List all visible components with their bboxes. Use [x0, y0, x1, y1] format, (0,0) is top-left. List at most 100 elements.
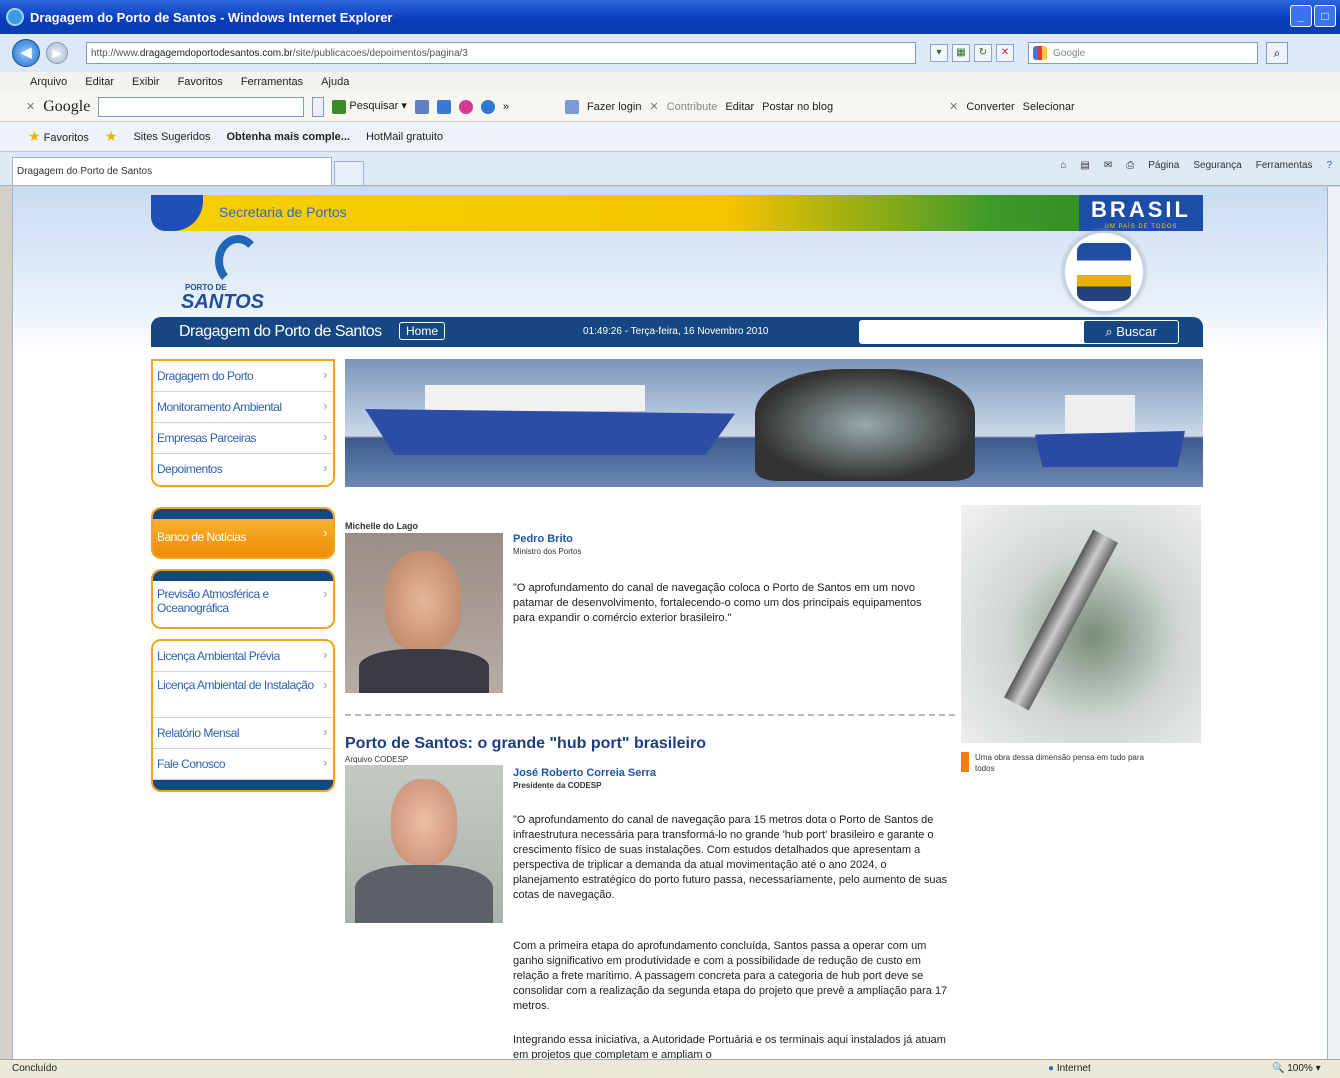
address-input[interactable]: http://www. dragagemdoportodesantos.com.b…	[86, 42, 916, 64]
zoom-level: 100%	[1287, 1063, 1313, 1074]
sidebar-item-depoimentos[interactable]: Depoimentos	[153, 454, 333, 485]
divider	[345, 714, 955, 716]
help-icon[interactable]: ?	[1326, 160, 1332, 171]
page-menu[interactable]: Página	[1148, 160, 1179, 171]
jose-serra-photo	[345, 765, 503, 923]
star-icon: ★	[28, 128, 41, 144]
sidebar-item-previsao[interactable]: Previsão Atmosférica e Oceanográfica	[153, 581, 333, 627]
print-icon[interactable]: ⎙	[1126, 160, 1134, 171]
datetime: 01:49:26 - Terça-feira, 16 Novembro 2010	[583, 326, 769, 337]
caliper	[1004, 529, 1118, 711]
caliper-photo	[961, 505, 1201, 743]
mail-icon[interactable]: ✉	[1104, 160, 1112, 171]
blog-button[interactable]: Postar no blog	[762, 101, 833, 113]
zone-indicator: ● Internet	[1048, 1063, 1091, 1074]
plus-icon[interactable]	[436, 99, 451, 114]
site-navbar: Dragagem do Porto de Santos Home 01:49:2…	[151, 317, 1203, 347]
new-tab-button[interactable]	[334, 161, 364, 185]
sidebar-item-licenca-previa[interactable]: Licença Ambiental Prévia	[153, 641, 333, 672]
menu-favoritos[interactable]: Favoritos	[178, 76, 223, 88]
dredger-ship-superstructure	[425, 385, 645, 411]
close-icon[interactable]: ✕	[26, 100, 35, 113]
feeds-icon[interactable]: ▤	[1080, 160, 1089, 171]
swoosh-graphic	[151, 195, 203, 231]
search-placeholder: Google	[1053, 47, 1086, 59]
porto-santos-logo[interactable]: PORTO DE SANTOS	[179, 235, 279, 315]
scrollbar[interactable]	[1328, 187, 1340, 1059]
stop-icon[interactable]: ✕	[996, 44, 1014, 62]
photo-credit: Michelle do Lago	[345, 521, 419, 531]
menu-ferramentas[interactable]: Ferramentas	[241, 76, 303, 88]
edit-button[interactable]: Editar	[725, 101, 754, 113]
sidebar-group-news: Banco de Notícias	[151, 507, 335, 559]
article-headline[interactable]: Porto de Santos: o grande "hub port" bra…	[345, 735, 706, 753]
menu-arquivo[interactable]: Arquivo	[30, 76, 67, 88]
sidebar-item-empresas[interactable]: Empresas Parceiras	[153, 423, 333, 454]
fav-item-hotmail[interactable]: HotMail gratuito	[366, 131, 443, 143]
second-ship	[1035, 431, 1185, 467]
sidebar-item-dragagem[interactable]: Dragagem do Porto	[153, 361, 333, 392]
wrench-icon[interactable]	[565, 99, 580, 114]
buscar-button[interactable]: ⌕ Buscar	[1083, 320, 1179, 344]
site-search-input[interactable]	[859, 320, 1089, 344]
close-icon[interactable]: ✕	[649, 100, 658, 113]
s-mark	[215, 235, 261, 287]
buscar-label: Buscar	[1116, 324, 1157, 339]
url-prefix: http://www.	[91, 47, 140, 59]
menu-exibir[interactable]: Exibir	[132, 76, 160, 88]
suit	[359, 649, 489, 693]
security-menu[interactable]: Segurança	[1193, 160, 1241, 171]
author-name[interactable]: José Roberto Correia Serra	[513, 767, 656, 779]
tab-dragagem[interactable]: Dragagem do Porto de Santos	[12, 157, 332, 185]
more-icon[interactable]: »	[503, 101, 509, 113]
add-favorite-icon[interactable]: ★	[105, 128, 118, 145]
select-button[interactable]: Selecionar	[1023, 101, 1075, 113]
second-ship-superstructure	[1065, 395, 1135, 433]
compat-icon[interactable]: ▦	[952, 44, 970, 62]
status-text: Concluído	[12, 1063, 58, 1074]
home-icon[interactable]: ⌂	[1060, 160, 1066, 171]
page-viewport: Secretaria de Portos BRASIL UM PAÍS DE T…	[12, 187, 1328, 1059]
search-icon[interactable]: ⌕	[1266, 42, 1288, 64]
fav-item-sugeridos[interactable]: Sites Sugeridos	[133, 131, 210, 143]
minimize-button[interactable]: _	[1290, 5, 1312, 27]
bookmark-icon[interactable]	[414, 99, 429, 114]
sidebar-item-fale[interactable]: Fale Conosco	[153, 749, 333, 780]
fav-item-obtenha[interactable]: Obtenha mais comple...	[226, 131, 349, 143]
author-role: Presidente da CODESP	[513, 781, 602, 790]
record-icon[interactable]	[458, 99, 473, 114]
ministry-label[interactable]: Secretaria de Portos	[219, 204, 347, 220]
favorites-button[interactable]: ★ Favoritos	[28, 128, 89, 145]
sidebar-item-monitoramento[interactable]: Monitoramento Ambiental	[153, 392, 333, 423]
login-button[interactable]: Fazer login	[587, 101, 641, 113]
search-input[interactable]: Google	[1028, 42, 1258, 64]
chat-icon[interactable]	[480, 99, 495, 114]
box-cap	[153, 571, 333, 581]
author-name[interactable]: Pedro Brito	[513, 533, 573, 545]
seal-badge	[1063, 231, 1145, 313]
maximize-button[interactable]: □	[1314, 5, 1336, 27]
sidebar-group-main: Dragagem do Porto Monitoramento Ambienta…	[151, 359, 335, 487]
sidebar-item-noticias[interactable]: Banco de Notícias	[153, 519, 333, 557]
refresh-icon[interactable]: ↻	[974, 44, 992, 62]
contribute-button[interactable]: Contribute	[667, 101, 718, 113]
google-search-button[interactable]: Pesquisar ▾	[332, 99, 407, 114]
globe-icon: ●	[1048, 1063, 1055, 1074]
menu-editar[interactable]: Editar	[85, 76, 114, 88]
pedro-brito-photo	[345, 533, 503, 693]
search-label: Pesquisar	[349, 100, 399, 113]
site-title: Dragagem do Porto de Santos	[179, 323, 382, 340]
forward-button[interactable]: ▶	[46, 42, 68, 64]
menu-ajuda[interactable]: Ajuda	[321, 76, 349, 88]
sidebar-item-licenca-instalacao[interactable]: Licença Ambiental de Instalação	[153, 672, 333, 718]
zoom-control[interactable]: 🔍 100% ▾	[1272, 1063, 1321, 1074]
dropdown-icon[interactable]: ▾	[930, 44, 948, 62]
back-button[interactable]: ◀	[12, 39, 40, 67]
sidebar-item-relatorio[interactable]: Relatório Mensal	[153, 718, 333, 749]
tools-menu[interactable]: Ferramentas	[1256, 160, 1313, 171]
chevron-down-icon[interactable]	[312, 96, 325, 117]
home-link[interactable]: Home	[399, 322, 446, 340]
close-icon[interactable]: ✕	[949, 100, 958, 113]
convert-button[interactable]: Converter	[966, 101, 1014, 113]
google-search-input[interactable]	[98, 96, 305, 117]
